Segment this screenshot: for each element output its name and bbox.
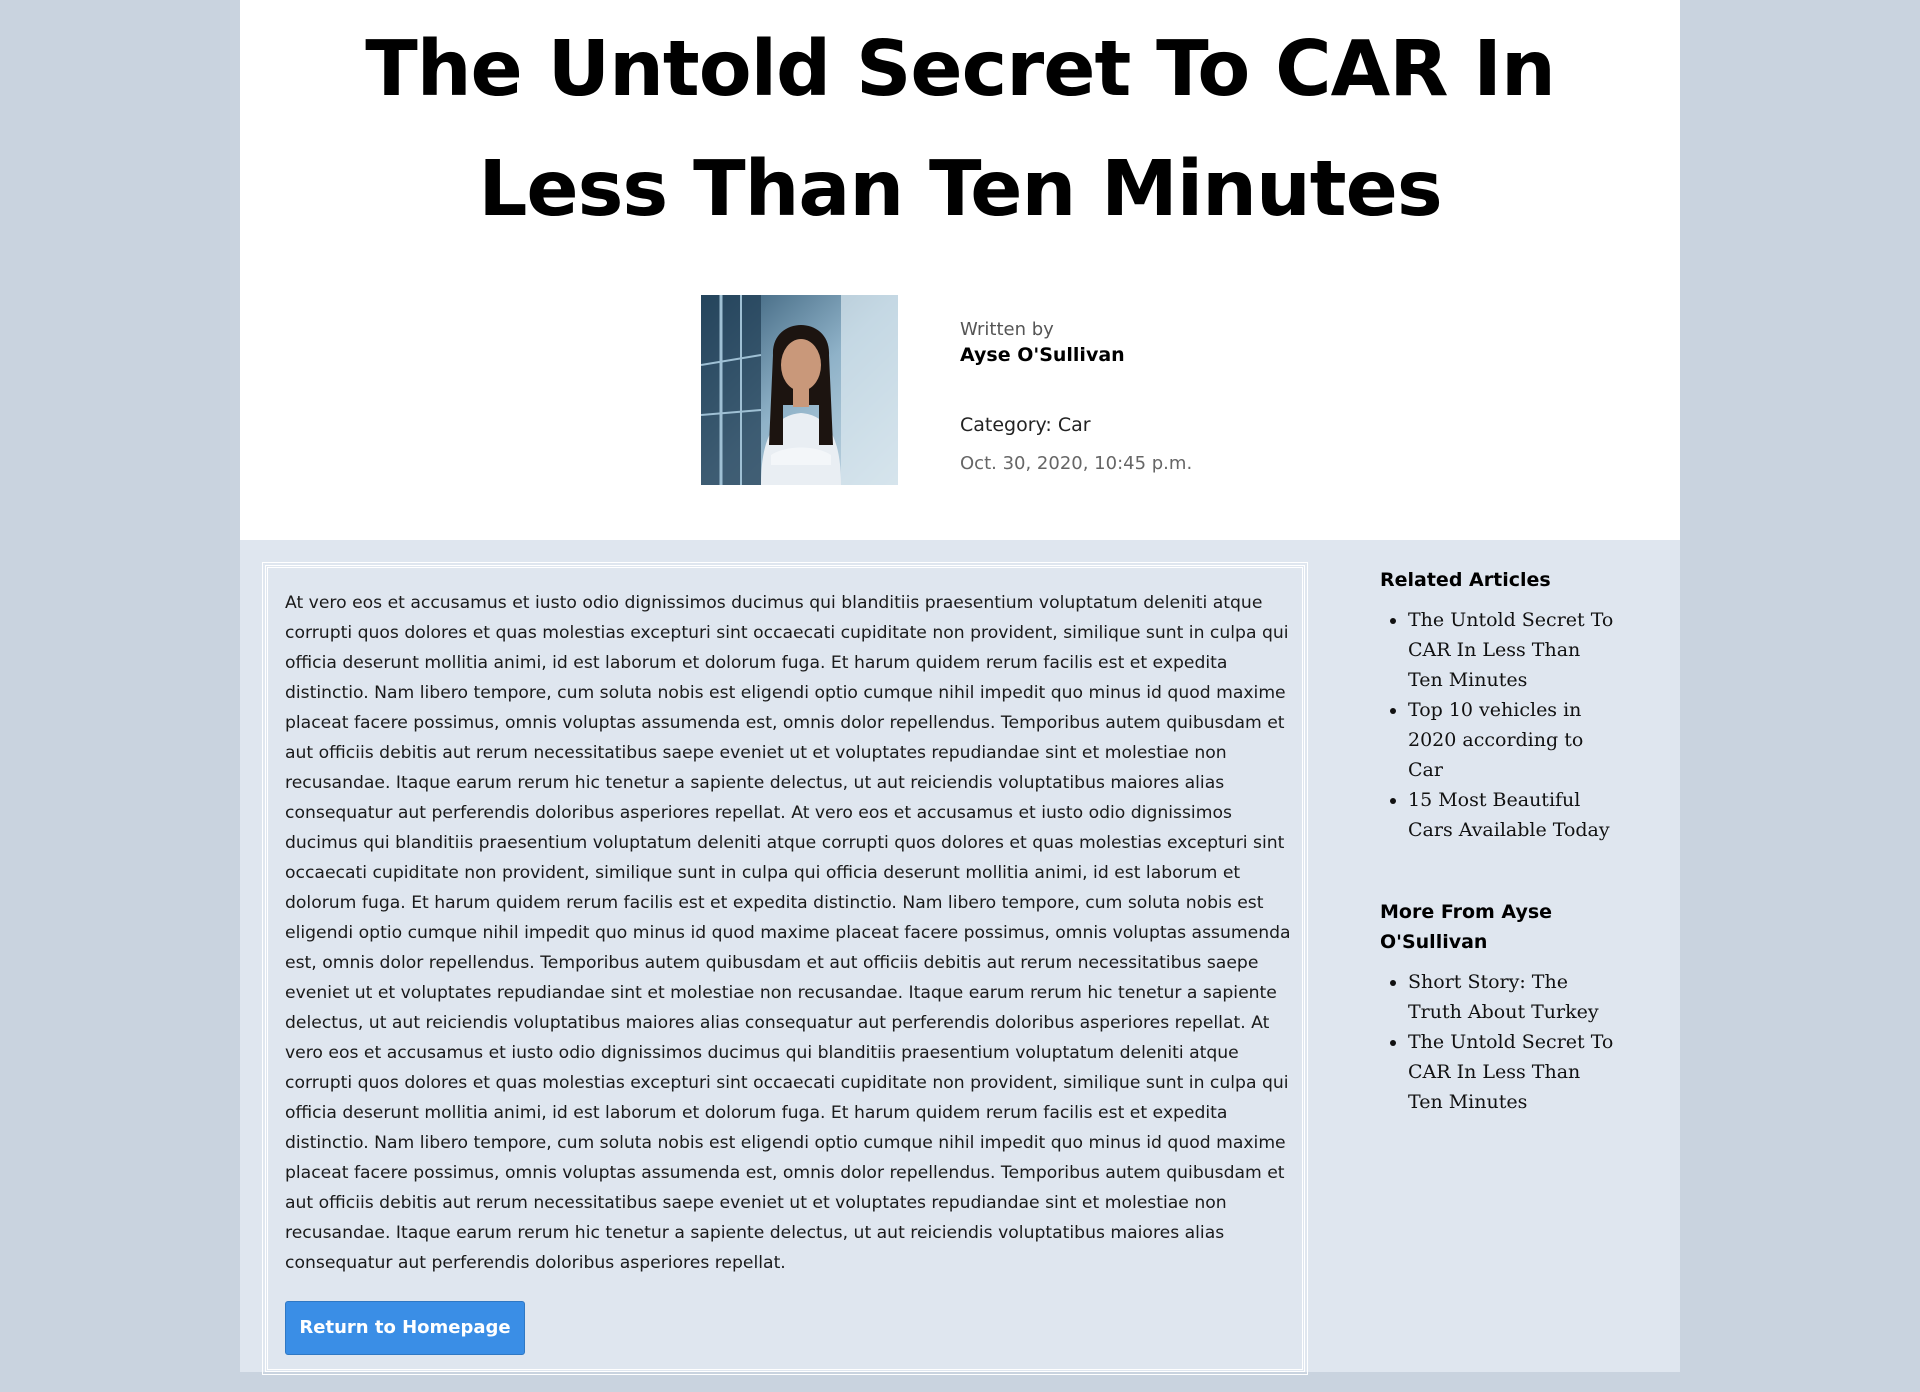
more-from-author-list: Short Story: The Truth About Turkey The …: [1380, 967, 1620, 1117]
more-from-author-link[interactable]: The Untold Secret To CAR In Less Than Te…: [1408, 1027, 1620, 1117]
more-from-author-heading: More From Ayse O'Sullivan: [1380, 901, 1553, 953]
more-from-author-link[interactable]: Short Story: The Truth About Turkey: [1408, 967, 1620, 1027]
article-body: At vero eos et accusamus et iusto odio d…: [285, 593, 1291, 1273]
article-body-box: At vero eos et accusamus et iusto odio d…: [262, 562, 1308, 1375]
related-articles-heading: Related Articles: [1380, 569, 1551, 591]
related-article-link[interactable]: The Untold Secret To CAR In Less Than Te…: [1408, 605, 1620, 695]
article-meta: Written by Ayse O'Sullivan Category: Car…: [960, 318, 1360, 476]
related-article-link[interactable]: Top 10 vehicles in 2020 according to Car: [1408, 695, 1620, 785]
portrait-photo-icon: [701, 295, 898, 485]
article-category: Category: Car: [960, 414, 1091, 436]
article-header: The Untold Secret To CAR In Less Than Te…: [240, 0, 1680, 540]
return-to-homepage-button[interactable]: Return to Homepage: [285, 1301, 525, 1355]
sidebar: Related Articles The Untold Secret To CA…: [1380, 565, 1620, 1117]
page-title: The Untold Secret To CAR In Less Than Te…: [365, 25, 1556, 234]
article-date: Oct. 30, 2020, 10:45 p.m.: [960, 453, 1193, 474]
author-photo: [701, 295, 898, 485]
related-article-link[interactable]: 15 Most Beautiful Cars Available Today: [1408, 785, 1620, 845]
related-articles-list: The Untold Secret To CAR In Less Than Te…: [1380, 605, 1620, 845]
author-name: Ayse O'Sullivan: [960, 344, 1125, 366]
page-container: The Untold Secret To CAR In Less Than Te…: [240, 0, 1680, 1375]
written-by-label: Written by: [960, 319, 1054, 340]
